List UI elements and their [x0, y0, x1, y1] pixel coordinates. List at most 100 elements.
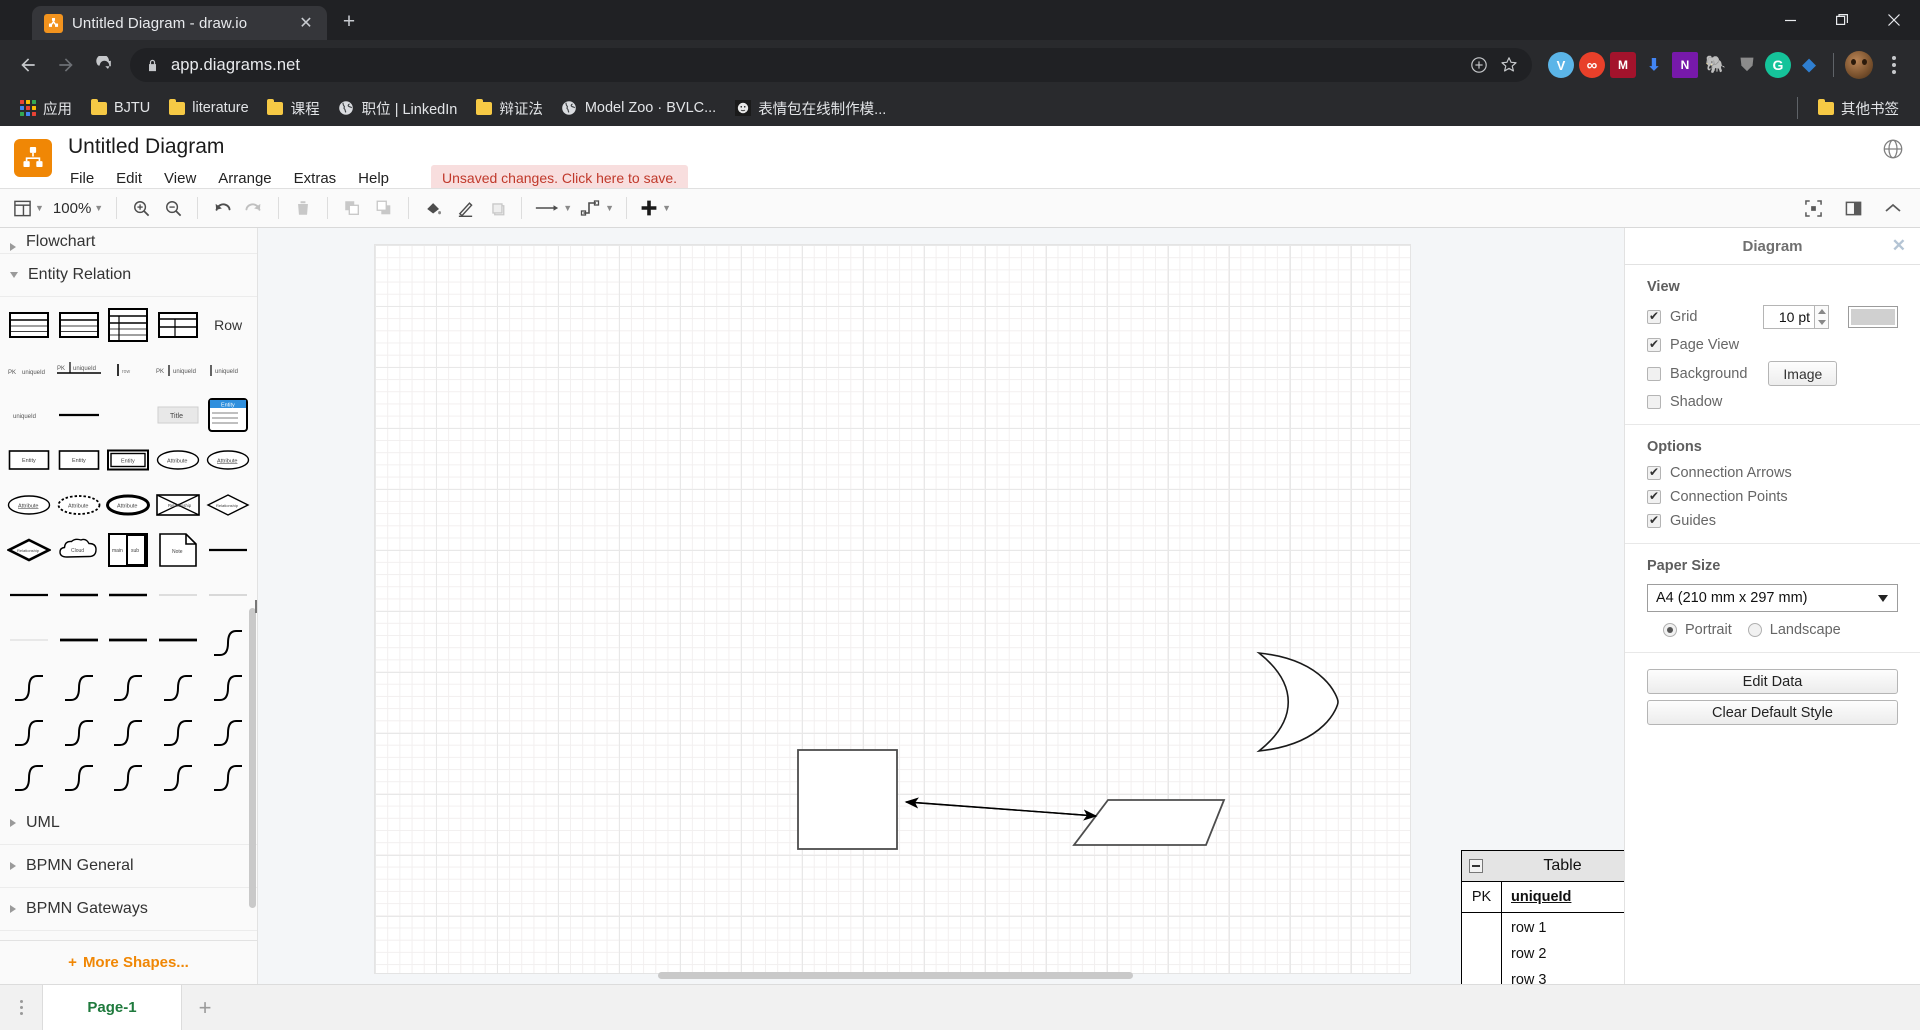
- parallelogram-shape[interactable]: [1072, 799, 1226, 846]
- undo-icon[interactable]: [207, 193, 237, 223]
- shape-curve-8[interactable]: [54, 708, 104, 751]
- shape-attribute-1[interactable]: Attribute: [153, 438, 203, 481]
- shape-curve-4[interactable]: [104, 663, 154, 706]
- zoom-in-icon[interactable]: [126, 193, 156, 223]
- redo-icon[interactable]: [239, 193, 269, 223]
- shape-curve-13[interactable]: [54, 753, 104, 796]
- new-tab-button[interactable]: +: [334, 7, 364, 37]
- er-row-3[interactable]: row 3: [1502, 967, 1624, 984]
- zoom-level-button[interactable]: 100% ▼: [49, 193, 107, 223]
- connection-arrows-checkbox[interactable]: [1647, 464, 1661, 480]
- shape-curve-14[interactable]: [104, 753, 154, 796]
- bookmark-apps[interactable]: 应用: [10, 94, 81, 123]
- shape-curve-1[interactable]: [203, 618, 253, 661]
- delete-icon[interactable]: [288, 193, 318, 223]
- background-checkbox[interactable]: [1647, 366, 1661, 381]
- canvas-horizontal-scrollbar[interactable]: [658, 972, 1133, 979]
- background-image-button[interactable]: Image: [1768, 361, 1838, 386]
- shape-cloud[interactable]: Cloud: [54, 528, 104, 571]
- grid-size-input[interactable]: 10 pt: [1763, 305, 1815, 329]
- shape-uniqueid-text[interactable]: uniqueId: [4, 393, 54, 436]
- shape-curve-5[interactable]: [153, 663, 203, 706]
- shape-curve-9[interactable]: [104, 708, 154, 751]
- shape-relationship-boxed[interactable]: Relationship: [153, 483, 203, 526]
- shape-entity-weak[interactable]: Entity: [104, 438, 154, 481]
- shape-attribute-2[interactable]: Attribute: [203, 438, 253, 481]
- shape-relationship-diamond-2[interactable]: Relationship: [4, 528, 54, 571]
- bookmark-star-icon[interactable]: [1494, 50, 1524, 80]
- language-globe-icon[interactable]: [1882, 138, 1904, 160]
- shape-row[interactable]: Row: [203, 303, 253, 346]
- page-view-checkbox[interactable]: [1647, 336, 1661, 352]
- menu-view[interactable]: View: [162, 169, 198, 188]
- add-to-icon[interactable]: [1464, 50, 1494, 80]
- shape-line-7[interactable]: [54, 618, 104, 661]
- edit-data-button[interactable]: Edit Data: [1647, 669, 1898, 694]
- shape-table-1[interactable]: [4, 303, 54, 346]
- menu-file[interactable]: File: [68, 169, 96, 188]
- shape-main-sub[interactable]: main sub: [104, 528, 154, 571]
- back-button[interactable]: [10, 47, 46, 83]
- close-window-button[interactable]: [1868, 0, 1920, 40]
- waypoints-icon[interactable]: ▼: [577, 193, 617, 223]
- collapse-toolbar-icon[interactable]: [1878, 193, 1908, 223]
- shape-curve-10[interactable]: [153, 708, 203, 751]
- shape-pk-uniqueid-1[interactable]: PK uniqueId: [4, 348, 54, 391]
- collapse-icon[interactable]: [1469, 859, 1483, 873]
- connection-arrow-icon[interactable]: ▼: [531, 193, 575, 223]
- landscape-radio[interactable]: [1747, 623, 1762, 637]
- shape-curve-15[interactable]: [153, 753, 203, 796]
- sidebar-section-flowchart[interactable]: Flowchart: [0, 228, 257, 254]
- shape-relationship-diamond-1[interactable]: Relationship: [203, 483, 253, 526]
- shape-table-2[interactable]: [54, 303, 104, 346]
- shape-entity-blue[interactable]: Entity: [203, 393, 253, 436]
- double-arrow-connector-reverse[interactable]: [904, 797, 1097, 817]
- to-front-icon[interactable]: [337, 193, 367, 223]
- shape-plain-line[interactable]: [203, 528, 253, 571]
- shape-empty-1[interactable]: [104, 393, 154, 436]
- menu-help[interactable]: Help: [356, 169, 391, 188]
- connection-points-checkbox[interactable]: [1647, 488, 1661, 504]
- sidebar-scrollbar[interactable]: [249, 608, 256, 908]
- bookmark-bianzhengfa[interactable]: 辩证法: [466, 94, 552, 123]
- mendeley-extension-icon[interactable]: M: [1610, 52, 1636, 78]
- menu-arrange[interactable]: Arrange: [216, 169, 273, 188]
- menu-extras[interactable]: Extras: [292, 169, 339, 188]
- chrome-menu-button[interactable]: [1878, 49, 1910, 81]
- shape-title-block[interactable]: Title: [153, 393, 203, 436]
- shape-divider-line[interactable]: [54, 393, 104, 436]
- shape-curve-7[interactable]: [4, 708, 54, 751]
- onenote-extension-icon[interactable]: N: [1672, 52, 1698, 78]
- shadow-icon[interactable]: [482, 193, 512, 223]
- shape-line-2[interactable]: [54, 573, 104, 616]
- bookmark-bjtu[interactable]: BJTU: [81, 96, 159, 121]
- shape-table-3[interactable]: [104, 303, 154, 346]
- grid-size-arrows[interactable]: [1815, 305, 1829, 329]
- bookmark-biaoqingbao[interactable]: 表情包在线制作模...: [725, 94, 895, 123]
- diagram-canvas[interactable]: Table PK uniqueId row 1 row 2 row 3: [258, 228, 1624, 984]
- diagram-title[interactable]: Untitled Diagram: [68, 134, 688, 160]
- shape-attribute-multi[interactable]: Attribute: [104, 483, 154, 526]
- vimium-extension-icon[interactable]: V: [1548, 52, 1574, 78]
- shape-line-8[interactable]: [104, 618, 154, 661]
- bookmark-linkedin[interactable]: 职位 | LinkedIn: [329, 94, 467, 123]
- fullscreen-icon[interactable]: [1798, 193, 1828, 223]
- er-row-2[interactable]: row 2: [1502, 941, 1624, 967]
- er-row-1[interactable]: row 1: [1502, 915, 1624, 941]
- more-shapes-button[interactable]: + More Shapes...: [0, 940, 257, 984]
- minimize-button[interactable]: [1764, 0, 1816, 40]
- page-tab-page-1[interactable]: Page-1: [42, 985, 182, 1030]
- shape-note[interactable]: Note: [153, 528, 203, 571]
- shape-entity-1[interactable]: Entity: [4, 438, 54, 481]
- shape-attribute-derived[interactable]: Attribute: [54, 483, 104, 526]
- profile-avatar[interactable]: [1845, 51, 1873, 79]
- address-bar[interactable]: app.diagrams.net: [130, 48, 1532, 82]
- menu-edit[interactable]: Edit: [114, 169, 144, 188]
- shape-pk-uniqueid-3[interactable]: PK uniqueId: [153, 348, 203, 391]
- clear-default-style-button[interactable]: Clear Default Style: [1647, 700, 1898, 725]
- shape-uniqueid-bar[interactable]: uniqueId: [203, 348, 253, 391]
- bookmark-model-zoo[interactable]: Model Zoo · BVLC...: [552, 96, 725, 121]
- shape-entity-2[interactable]: Entity: [54, 438, 104, 481]
- zoom-out-icon[interactable]: [158, 193, 188, 223]
- sidebar-section-bpmn-general[interactable]: BPMN General: [0, 845, 257, 888]
